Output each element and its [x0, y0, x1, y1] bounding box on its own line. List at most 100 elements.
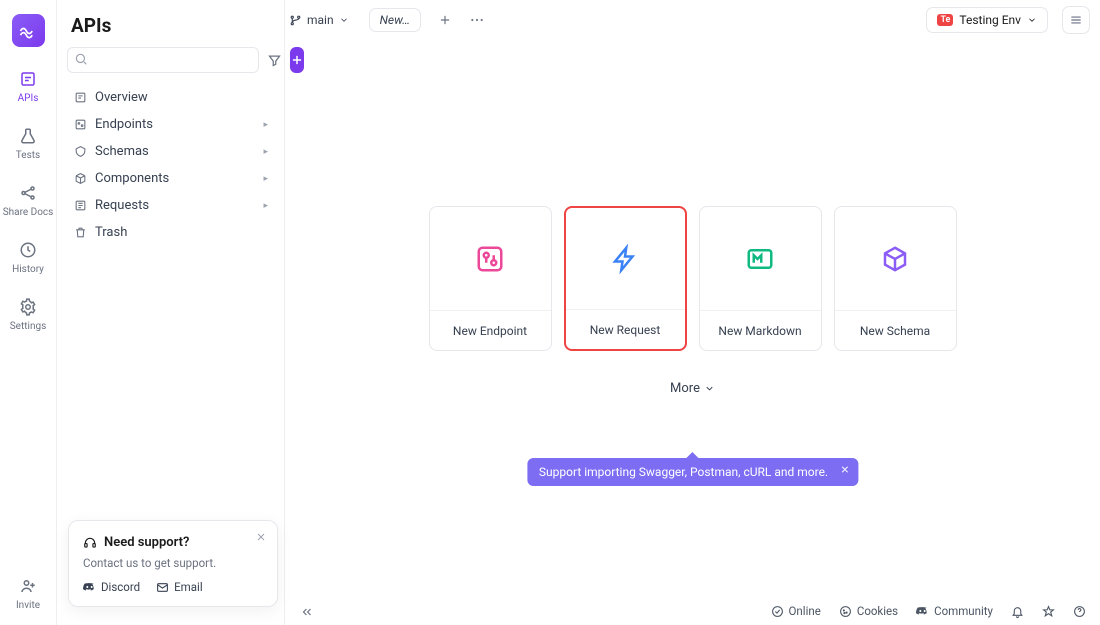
markdown-icon	[745, 244, 775, 274]
support-close-button[interactable]	[255, 531, 267, 543]
support-discord-link[interactable]: Discord	[83, 580, 140, 594]
discord-icon	[83, 581, 96, 594]
chevron-down-icon	[704, 383, 715, 394]
status-notifications[interactable]	[1011, 605, 1024, 618]
rail-label: APIs	[18, 93, 39, 104]
rail-settings[interactable]: Settings	[0, 297, 56, 332]
logo-icon	[18, 21, 38, 41]
email-icon	[156, 581, 169, 594]
rail-label: Invite	[16, 600, 40, 611]
tab-new[interactable]: New…	[369, 8, 421, 32]
search-icon	[74, 52, 88, 66]
tree-label: Trash	[95, 225, 127, 240]
app-logo	[12, 14, 45, 47]
check-circle-icon	[771, 605, 784, 618]
status-help[interactable]	[1073, 605, 1086, 618]
status-community[interactable]: Community	[916, 604, 993, 618]
close-icon	[255, 531, 267, 543]
content: New Endpoint New Request New Markdown Ne…	[285, 36, 1100, 625]
card-new-schema[interactable]: New Schema	[834, 206, 957, 351]
chevron-right-icon: ▸	[263, 147, 268, 157]
card-new-request[interactable]: New Request	[564, 206, 687, 351]
share-docs-icon	[18, 183, 38, 203]
rail-history[interactable]: History	[0, 240, 56, 275]
filter-button[interactable]	[267, 47, 282, 73]
chevron-down-icon	[1027, 15, 1037, 25]
endpoints-icon	[73, 118, 87, 132]
history-icon	[18, 240, 38, 260]
star-icon	[1042, 605, 1055, 618]
tooltip-close-button[interactable]	[839, 464, 850, 475]
card-new-markdown[interactable]: New Markdown	[699, 206, 822, 351]
trash-icon	[73, 226, 87, 240]
search-row	[67, 47, 274, 73]
more-horizontal-icon	[469, 12, 485, 28]
request-icon	[610, 244, 640, 274]
community-label: Community	[934, 604, 993, 618]
status-cookies[interactable]: Cookies	[839, 604, 898, 618]
filter-icon	[267, 53, 282, 68]
card-label: New Endpoint	[430, 310, 551, 350]
tree-label: Components	[95, 171, 169, 186]
tab-more-button[interactable]	[465, 8, 489, 32]
search-input[interactable]	[67, 47, 259, 73]
tree-trash[interactable]: Trash	[67, 220, 274, 245]
chevron-right-icon: ▸	[263, 174, 268, 184]
cookies-label: Cookies	[857, 604, 898, 618]
tree-schemas[interactable]: Schemas ▸	[67, 139, 274, 164]
support-subtitle: Contact us to get support.	[83, 556, 263, 570]
rail-label: History	[12, 264, 44, 275]
menu-icon	[1069, 13, 1083, 27]
card-label: New Markdown	[700, 310, 821, 350]
branch-button[interactable]: main	[281, 9, 357, 31]
rail-apis[interactable]: APIs	[0, 69, 56, 104]
tree: Overview Endpoints ▸ Schemas ▸ Component…	[67, 85, 274, 245]
tree-requests[interactable]: Requests ▸	[67, 193, 274, 218]
tree-components[interactable]: Components ▸	[67, 166, 274, 191]
chevron-down-icon	[339, 15, 349, 25]
email-label: Email	[174, 580, 202, 594]
settings-icon	[18, 297, 38, 317]
env-badge: Te	[937, 14, 953, 26]
close-icon	[839, 464, 850, 475]
more-button[interactable]: More	[670, 381, 715, 396]
env-label: Testing Env	[959, 13, 1021, 27]
rail-invite[interactable]: Invite	[0, 576, 56, 611]
chevron-right-icon: ▸	[263, 201, 268, 211]
status-feedback[interactable]	[1042, 605, 1055, 618]
environment-selector[interactable]: Te Testing Env	[926, 7, 1048, 33]
more-label: More	[670, 381, 700, 396]
tree-endpoints[interactable]: Endpoints ▸	[67, 112, 274, 137]
panel-title: APIs	[67, 12, 274, 47]
topbar: main New… Te Testing Env	[285, 0, 1100, 36]
branch-icon	[289, 14, 302, 27]
new-tab-button[interactable]	[433, 8, 457, 32]
overview-icon	[73, 91, 87, 105]
card-new-endpoint[interactable]: New Endpoint	[429, 206, 552, 351]
tab-label: New…	[380, 13, 410, 27]
tree-label: Overview	[95, 90, 148, 105]
topbar-menu-button[interactable]	[1062, 6, 1090, 34]
requests-icon	[73, 199, 87, 213]
left-rail: APIs Tests Share Docs History Settings I…	[0, 0, 57, 625]
rail-share-docs[interactable]: Share Docs	[0, 183, 56, 218]
headset-icon	[83, 536, 97, 550]
plus-icon	[438, 13, 452, 27]
tooltip-text: Support importing Swagger, Postman, cURL…	[539, 465, 828, 479]
components-icon	[73, 172, 87, 186]
tree-label: Schemas	[95, 144, 149, 159]
rail-label: Share Docs	[3, 207, 54, 218]
schema-icon	[880, 244, 910, 274]
discord-icon	[916, 605, 929, 618]
card-label: New Request	[566, 309, 685, 349]
help-icon	[1073, 605, 1086, 618]
import-tooltip: Support importing Swagger, Postman, cURL…	[527, 458, 858, 486]
branch-label: main	[307, 13, 334, 27]
support-email-link[interactable]: Email	[156, 580, 202, 594]
endpoint-icon	[475, 244, 505, 274]
tree-overview[interactable]: Overview	[67, 85, 274, 110]
chevron-right-icon: ▸	[263, 120, 268, 130]
rail-tests[interactable]: Tests	[0, 126, 56, 161]
status-online[interactable]: Online	[771, 604, 821, 618]
main-area: main New… Te Testing Env New E	[285, 0, 1100, 625]
